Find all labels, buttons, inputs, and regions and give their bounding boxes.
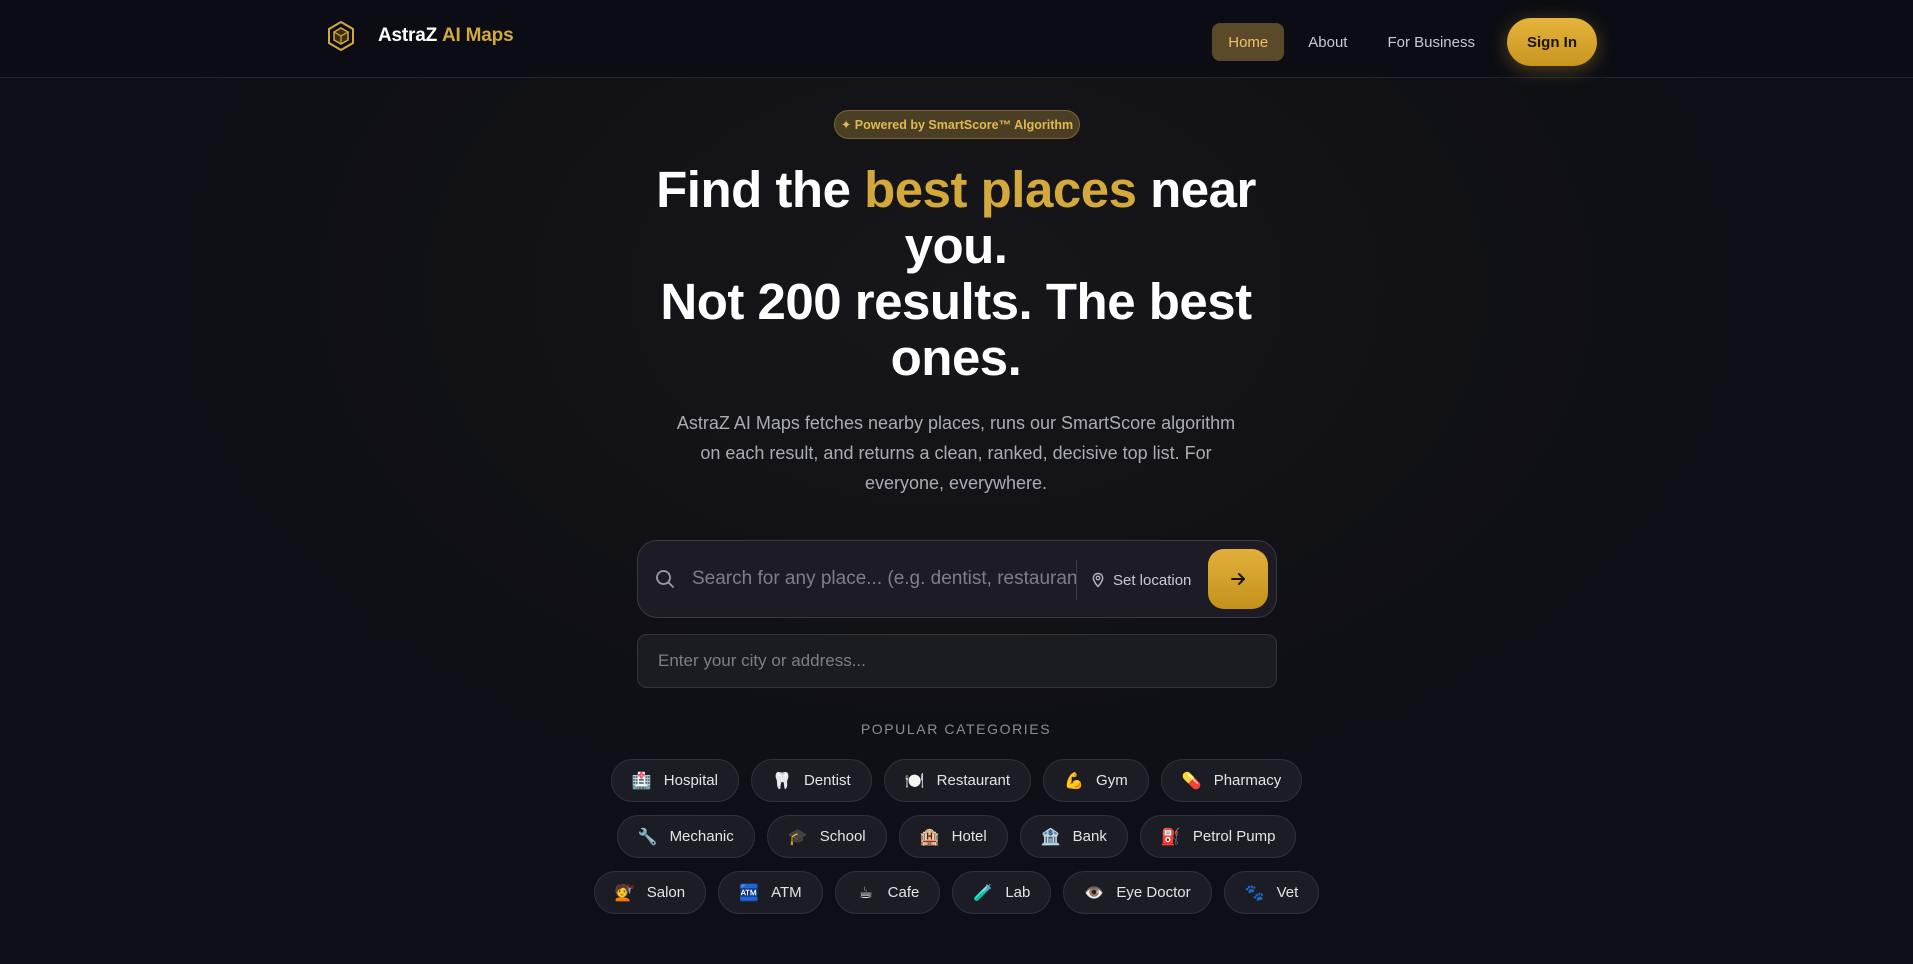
map-pin-icon — [1090, 572, 1106, 588]
sign-in-button[interactable]: Sign In — [1507, 18, 1597, 66]
category-label: School — [819, 828, 866, 845]
hero-subtext: AstraZ AI Maps fetches nearby places, ru… — [676, 413, 1236, 493]
category-chip-petrol-pump[interactable]: ⛽ Petrol Pump — [1139, 815, 1297, 858]
category-label: Eye Doctor — [1116, 884, 1191, 901]
brand-name-text: AstraZ — [378, 25, 437, 46]
search-input[interactable] — [692, 558, 1076, 600]
pill-icon: 💊 — [1181, 772, 1202, 790]
category-label: Pharmacy — [1213, 772, 1282, 789]
arrow-right-icon — [1231, 573, 1245, 585]
nav-about[interactable]: About — [1292, 23, 1363, 61]
category-chip-pharmacy[interactable]: 💊 Pharmacy — [1160, 759, 1303, 802]
category-chip-lab[interactable]: 🧪 Lab — [952, 871, 1052, 914]
search-icon — [654, 568, 676, 590]
category-label: Lab — [1005, 884, 1031, 901]
category-chip-dentist[interactable]: 🦷 Dentist — [750, 759, 872, 802]
brand-name: AstraZ AI Maps — [378, 25, 514, 47]
set-location-label: Set location — [1113, 571, 1192, 589]
popular-categories-heading: POPULAR CATEGORIES — [860, 721, 1052, 737]
set-location-button[interactable]: Set location — [1090, 565, 1191, 595]
category-chip-gym[interactable]: 💪 Gym — [1043, 759, 1149, 802]
city-address-input[interactable] — [637, 634, 1277, 688]
category-chip-eye-doctor[interactable]: 👁️ Eye Doctor — [1063, 871, 1212, 914]
category-chip-atm[interactable]: 🏧 ATM — [718, 871, 823, 914]
category-label: Vet — [1276, 884, 1299, 901]
nav-for-business[interactable]: For Business — [1371, 23, 1491, 61]
search-bar: Set location — [637, 540, 1277, 618]
category-chip-vet[interactable]: 🐾 Vet — [1223, 871, 1320, 914]
category-label: Petrol Pump — [1192, 828, 1276, 845]
test-tube-icon: 🧪 — [973, 884, 994, 902]
wrench-icon: 🔧 — [637, 828, 658, 846]
main-nav: Home About For Business Sign In — [1204, 18, 1597, 66]
category-label: Restaurant — [936, 772, 1011, 789]
haircut-icon: 💇 — [614, 884, 635, 902]
plate-icon: 🍽️ — [904, 772, 925, 790]
category-row-3: 💇 Salon 🏧 ATM ☕ Cafe 🧪 Lab 👁️ Eye Doctor 🐾 Vet — [0, 871, 1913, 914]
headline-highlight: best places — [864, 161, 1137, 218]
category-chip-school[interactable]: 🎓 School — [766, 815, 887, 858]
fuel-pump-icon: ⛽ — [1160, 828, 1181, 846]
category-chip-salon[interactable]: 💇 Salon — [593, 871, 707, 914]
nav-home[interactable]: Home — [1212, 23, 1285, 61]
category-row-1: 🏥 Hospital 🦷 Dentist 🍽️ Restaurant 💪 Gym 💊 Ph… — [0, 759, 1913, 802]
graduation-cap-icon: 🎓 — [787, 828, 808, 846]
brand-logo-link[interactable]: AstraZ AI Maps — [326, 20, 514, 52]
paw-print-icon: 🐾 — [1244, 884, 1265, 902]
hero-headline: Find the best places near you. Not 200 r… — [606, 162, 1306, 386]
category-chip-hotel[interactable]: 🏨 Hotel — [898, 815, 1008, 858]
search-submit-button[interactable] — [1208, 549, 1268, 609]
category-label: Cafe — [887, 884, 920, 901]
category-label: Salon — [646, 884, 686, 901]
hexagon-cube-icon — [326, 20, 356, 52]
category-label: Dentist — [803, 772, 851, 789]
category-label: Gym — [1096, 772, 1128, 789]
headline-line-2: Not 200 results. The best ones. — [660, 273, 1252, 386]
category-label: Mechanic — [669, 828, 734, 845]
atm-icon: 🏧 — [739, 884, 760, 902]
powered-by-badge: ✦ Powered by SmartScore™ Algorithm — [834, 110, 1080, 139]
headline-part-1: Find the — [656, 161, 865, 218]
brand-accent-text: AI Maps — [441, 25, 514, 46]
category-chip-hospital[interactable]: 🏥 Hospital — [610, 759, 739, 802]
category-chip-bank[interactable]: 🏦 Bank — [1019, 815, 1128, 858]
hotel-icon: 🏨 — [919, 828, 940, 846]
category-label: ATM — [771, 884, 802, 901]
category-chip-cafe[interactable]: ☕ Cafe — [834, 871, 941, 914]
search-divider — [1076, 560, 1077, 600]
category-label: Hospital — [663, 772, 718, 789]
coffee-icon: ☕ — [858, 884, 873, 902]
category-label: Hotel — [951, 828, 987, 845]
hospital-icon: 🏥 — [631, 772, 652, 790]
bank-icon: 🏦 — [1040, 828, 1061, 846]
category-label: Bank — [1072, 828, 1107, 845]
category-row-2: 🔧 Mechanic 🎓 School 🏨 Hotel 🏦 Bank ⛽ Petrol P… — [0, 815, 1913, 858]
category-chip-restaurant[interactable]: 🍽️ Restaurant — [883, 759, 1032, 802]
top-navigation-bar: AstraZ AI Maps Home About For Business Si… — [0, 0, 1913, 78]
flexed-arm-icon: 💪 — [1064, 772, 1084, 790]
tooth-icon: 🦷 — [772, 772, 792, 790]
eye-icon: 👁️ — [1084, 884, 1105, 902]
category-chip-mechanic[interactable]: 🔧 Mechanic — [616, 815, 755, 858]
